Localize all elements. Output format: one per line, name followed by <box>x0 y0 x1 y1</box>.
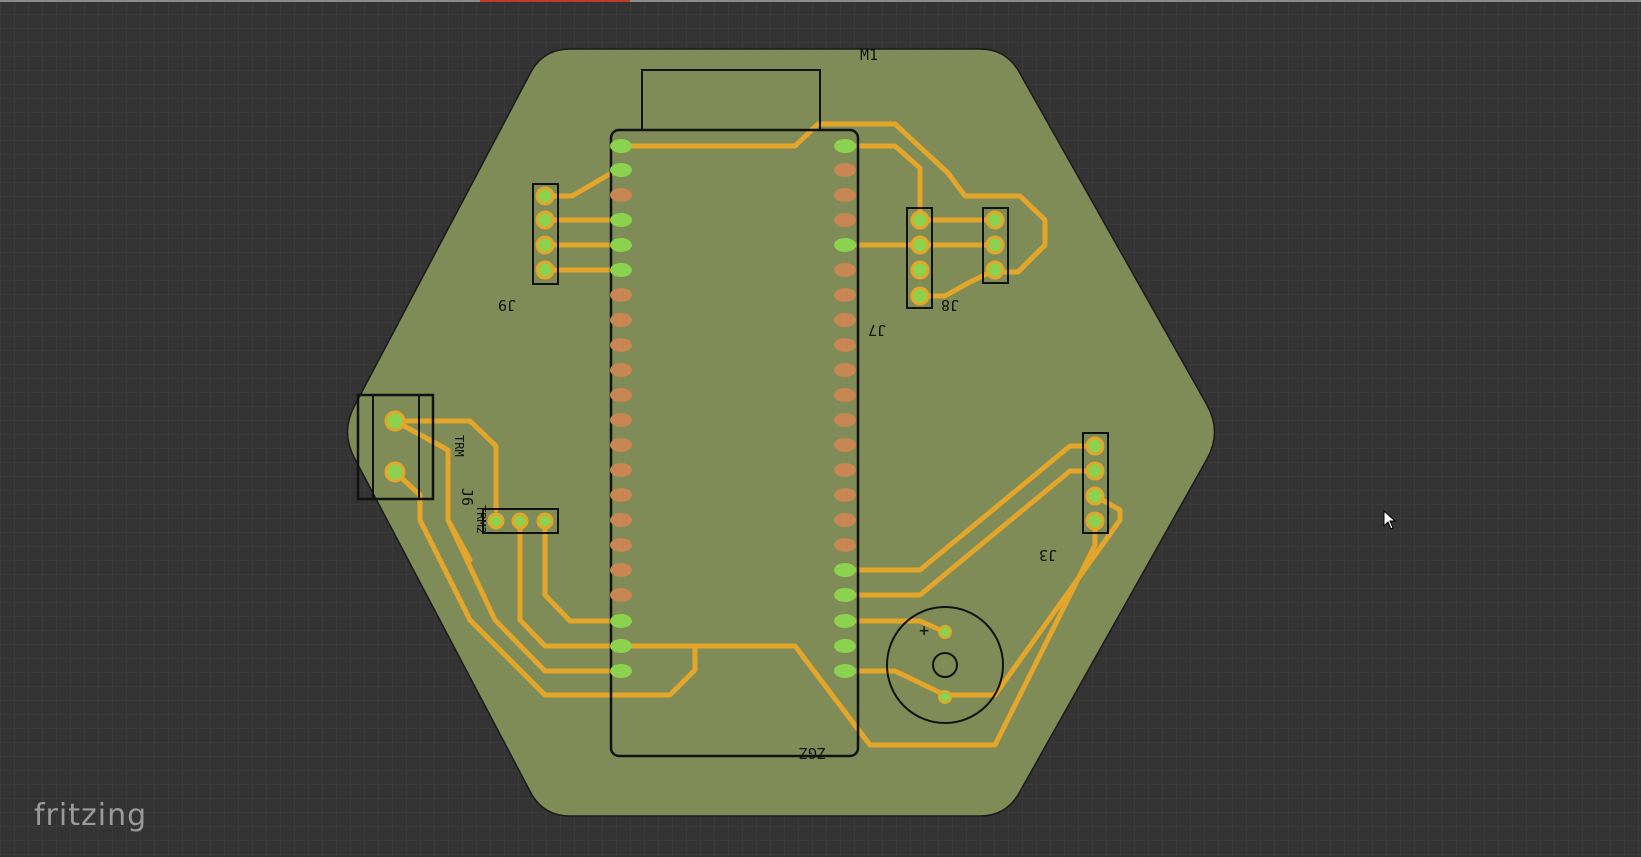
label-trm2: TRM2 <box>474 505 488 534</box>
label-m1: M1 <box>860 46 878 64</box>
fritzing-logo: fritzing <box>34 798 148 833</box>
arrow-cursor-icon <box>1383 509 1397 534</box>
label-buzzer-plus: + <box>919 621 929 641</box>
label-esp: ZGZ <box>799 744 826 762</box>
label-j6: J6 <box>458 488 476 506</box>
header-j8[interactable] <box>982 207 1009 284</box>
label-j3: J3 <box>1039 546 1057 564</box>
label-trm: TRM <box>452 435 466 457</box>
pcb-canvas[interactable]: M1 J9 J7 J8 J6 J3 TRM TRM2 ZGZ + <box>0 0 1641 857</box>
label-j8: J8 <box>941 296 959 314</box>
label-j7: J7 <box>868 321 886 339</box>
label-j9: J9 <box>498 296 516 314</box>
